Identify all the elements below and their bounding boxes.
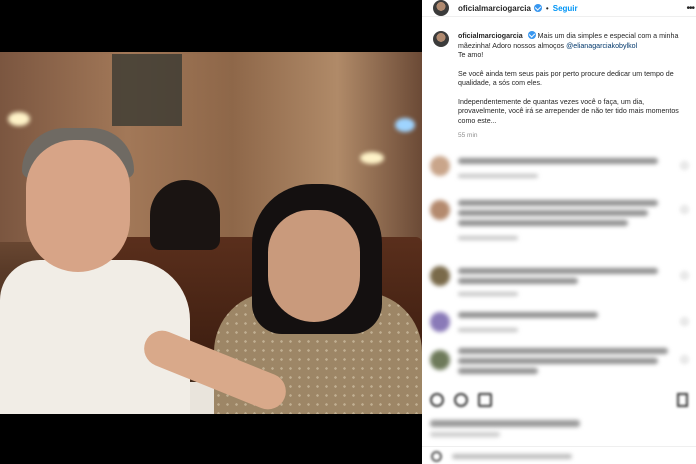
list-item [422,346,696,392]
caption-mention-link[interactable]: @elianagarciakobylkol [566,42,637,50]
post-photo[interactable] [0,52,422,414]
share-icon[interactable] [478,393,492,407]
more-icon[interactable]: ••• [686,3,694,14]
list-item [422,262,696,308]
comment-text [458,220,628,226]
photo-man-face [26,140,130,272]
post-date [430,432,500,437]
verified-icon [533,4,542,12]
post-photo-panel [0,0,422,464]
avatar[interactable] [433,0,449,16]
list-item [422,196,696,262]
photo-background-person [150,180,220,250]
avatar[interactable] [430,200,450,220]
comment-text [458,268,658,274]
photo-woman-face [268,210,360,322]
save-icon[interactable] [677,393,688,407]
comment-text [458,312,598,318]
photo-light [8,112,30,126]
comment-meta [458,174,538,178]
photo-light [395,118,415,132]
photo-wall-art [112,54,182,126]
post-side-panel: oficialmarciogarcia • Seguir ••• oficial… [422,0,696,464]
heart-icon[interactable] [681,272,688,279]
comment-text [458,368,538,374]
comments-list [422,152,696,392]
comment-meta [458,328,518,332]
caption: oficialmarciogarcia Mais um dia simples … [433,31,693,141]
comment-text [458,210,648,216]
likes-count[interactable] [430,420,580,427]
heart-icon[interactable] [681,162,688,169]
comment-input[interactable] [452,454,572,459]
verified-icon [527,31,536,39]
caption-para-1: oficialmarciogarcia Mais um dia simples … [458,31,686,61]
photo-light [360,152,384,164]
heart-icon[interactable] [681,356,688,363]
avatar[interactable] [430,156,450,176]
comment-text [458,158,658,164]
caption-username[interactable]: oficialmarciogarcia [458,32,523,40]
caption-para-2: Se você ainda tem seus pais por perto pr… [458,69,674,88]
list-item [422,308,696,346]
post-actions [430,393,492,407]
caption-timestamp: 55 min [458,132,478,139]
list-item [422,152,696,196]
caption-para-3: Independentemente de quantas vezes você … [458,97,679,125]
follow-button[interactable]: Seguir [553,4,578,13]
separator-dot: • [545,3,549,13]
comment-meta [458,292,518,296]
emoji-icon[interactable] [431,451,442,462]
comment-text [458,200,658,206]
comment-meta [458,236,518,240]
caption-line-1-end: Te amo! [458,51,484,59]
avatar[interactable] [430,350,450,370]
comment-input-bar [422,446,696,464]
comment-text [458,358,658,364]
comment-text [458,348,668,354]
heart-icon[interactable] [681,206,688,213]
comment-icon[interactable] [454,393,468,407]
caption-avatar[interactable] [433,31,449,47]
heart-icon[interactable] [681,318,688,325]
header-username[interactable]: oficialmarciogarcia [458,4,531,13]
caption-text: oficialmarciogarcia Mais um dia simples … [458,31,686,141]
heart-icon[interactable] [430,393,444,407]
avatar[interactable] [430,266,450,286]
comment-text [458,278,578,284]
post-header: oficialmarciogarcia • Seguir ••• [422,0,696,17]
avatar[interactable] [430,312,450,332]
